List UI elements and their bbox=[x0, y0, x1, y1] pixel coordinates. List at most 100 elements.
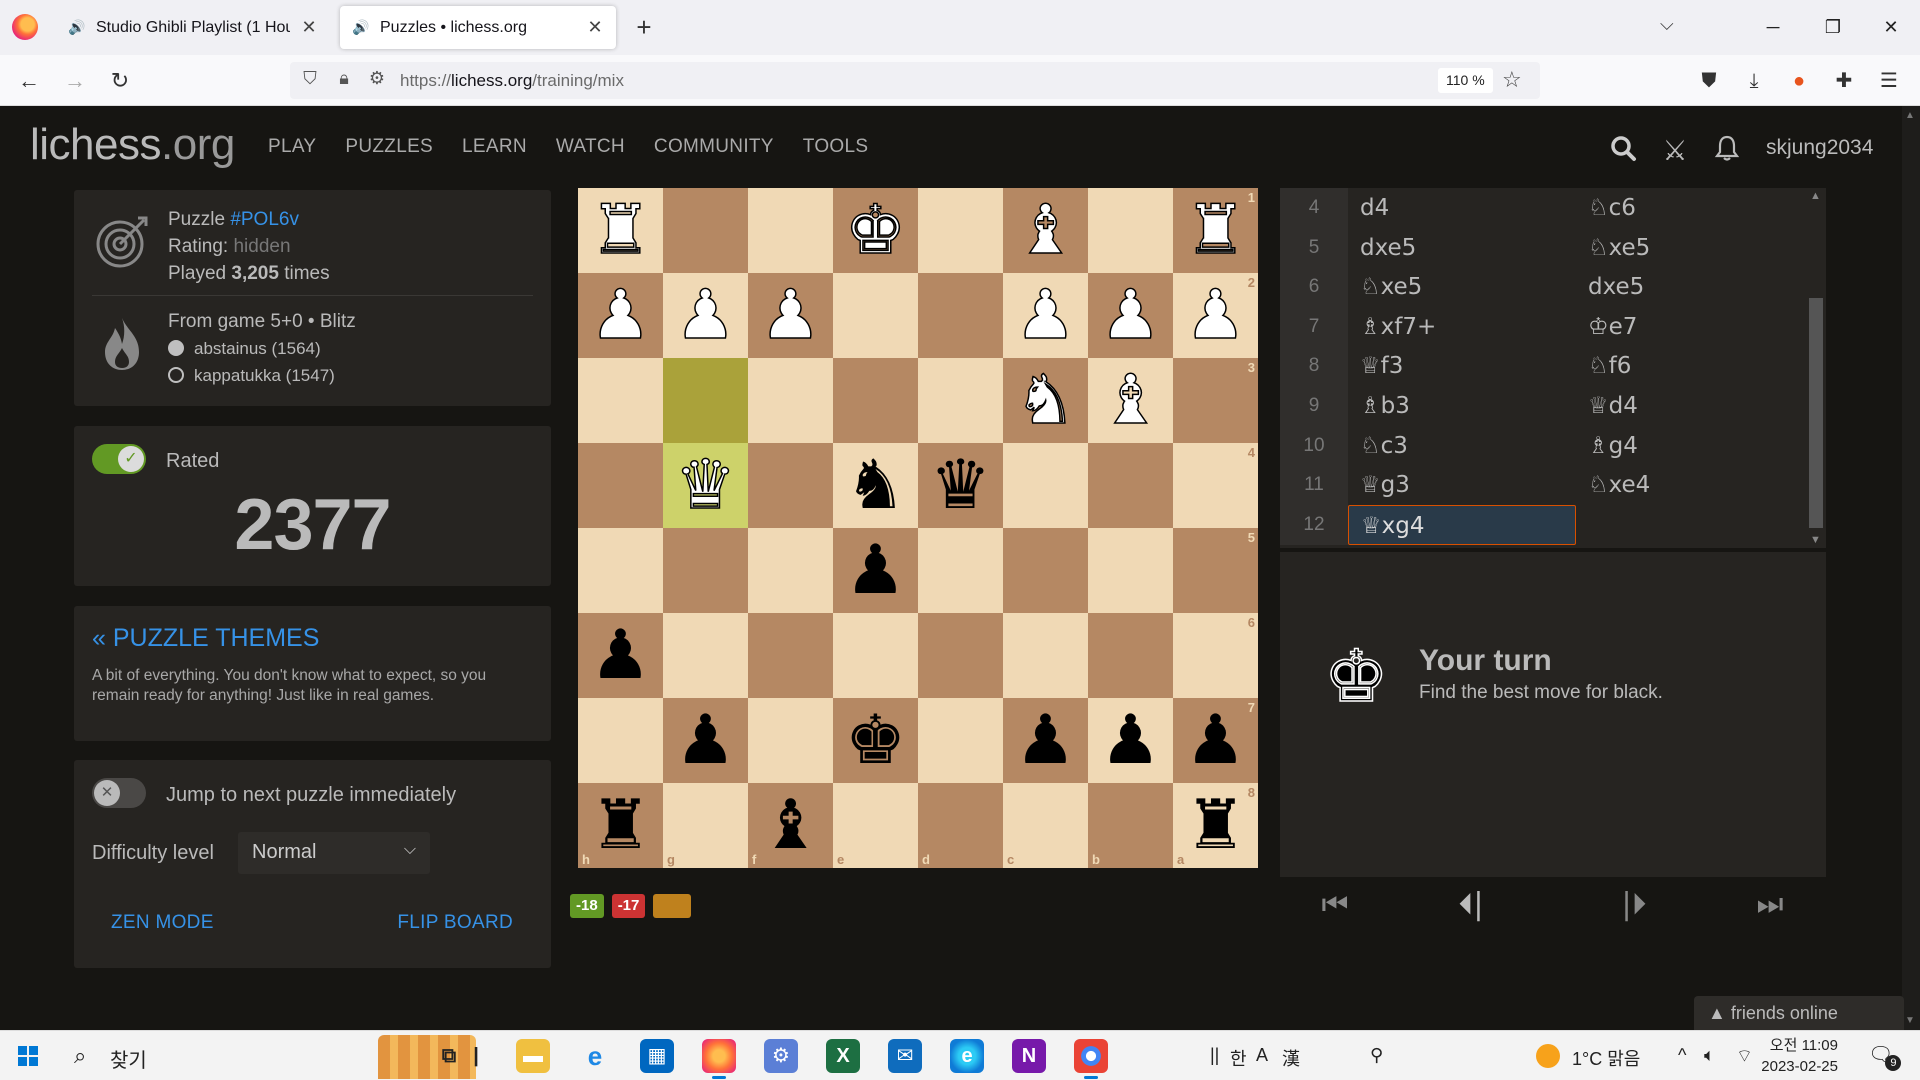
taskbar-search[interactable]: ⌕ 찾기 bbox=[60, 1031, 476, 1080]
onenote-icon[interactable]: N bbox=[1012, 1039, 1046, 1073]
permissions-icon[interactable]: ⚙ bbox=[365, 68, 389, 89]
black-pawn-icon[interactable]: ♟ bbox=[675, 698, 736, 783]
square-a6[interactable]: 6 bbox=[1173, 613, 1258, 698]
square-d4[interactable]: ♛ bbox=[918, 443, 1003, 528]
url-text[interactable]: https://lichess.org/training/mix bbox=[400, 71, 624, 91]
nav-play[interactable]: PLAY bbox=[268, 136, 316, 158]
square-a4[interactable]: 4 bbox=[1173, 443, 1258, 528]
player-white[interactable]: abstainus (1564) bbox=[168, 335, 356, 362]
black-king-icon[interactable]: ♚ bbox=[845, 698, 906, 783]
square-g4[interactable]: ♛ bbox=[663, 443, 748, 528]
square-a7[interactable]: ♟ 7 bbox=[1173, 698, 1258, 783]
square-f1[interactable] bbox=[748, 188, 833, 273]
square-c8[interactable]: c bbox=[1003, 783, 1088, 868]
square-c3[interactable]: ♞ bbox=[1003, 358, 1088, 443]
internet-explorer-icon[interactable]: e bbox=[578, 1039, 612, 1073]
chevron-down-icon[interactable]: ▼ bbox=[1905, 1015, 1915, 1026]
source-game-link[interactable]: From game 5+0 • Blitz bbox=[168, 308, 356, 335]
square-f6[interactable] bbox=[748, 613, 833, 698]
square-a3[interactable]: 3 bbox=[1173, 358, 1258, 443]
black-pawn-icon[interactable]: ♟ bbox=[1185, 698, 1246, 783]
white-pawn-icon[interactable]: ♟ bbox=[1184, 273, 1246, 358]
square-h7[interactable] bbox=[578, 698, 663, 783]
square-c5[interactable] bbox=[1003, 528, 1088, 613]
page-scrollbar[interactable]: ▲ ▼ bbox=[1902, 106, 1920, 1030]
square-f5[interactable] bbox=[748, 528, 833, 613]
white-king-icon[interactable]: ♚ bbox=[844, 188, 906, 273]
square-a2[interactable]: ♟ 2 bbox=[1173, 273, 1258, 358]
nav-learn[interactable]: LEARN bbox=[462, 136, 527, 158]
square-h4[interactable] bbox=[578, 443, 663, 528]
last-move-button[interactable]: ⏭ bbox=[1740, 885, 1800, 925]
square-c2[interactable]: ♟ bbox=[1003, 273, 1088, 358]
scrollbar-thumb[interactable] bbox=[1809, 298, 1823, 528]
black-pawn-icon[interactable]: ♟ bbox=[590, 613, 651, 698]
nav-puzzles[interactable]: PUZZLES bbox=[345, 136, 433, 158]
firefox-icon[interactable] bbox=[12, 14, 38, 40]
chrome-icon[interactable] bbox=[1074, 1039, 1108, 1079]
square-b2[interactable]: ♟ bbox=[1088, 273, 1173, 358]
move-white[interactable]: ♕xg4 bbox=[1348, 504, 1576, 545]
lock-icon[interactable]: 🔒︎ bbox=[332, 68, 356, 89]
black-bishop-icon[interactable]: ♝ bbox=[760, 783, 821, 868]
square-a1[interactable]: ♜ 1 bbox=[1173, 188, 1258, 273]
downloads-icon[interactable]: ⤓ bbox=[1739, 66, 1769, 96]
extension-duckduckgo-icon[interactable]: ● bbox=[1784, 66, 1814, 96]
square-b3[interactable]: ♝ bbox=[1088, 358, 1173, 443]
white-rook-icon[interactable]: ♜ bbox=[589, 188, 651, 273]
square-b7[interactable]: ♟ bbox=[1088, 698, 1173, 783]
square-g5[interactable] bbox=[663, 528, 748, 613]
move-black[interactable]: ♘xe5 bbox=[1576, 228, 1804, 268]
square-e8[interactable]: e bbox=[833, 783, 918, 868]
black-rook-icon[interactable]: ♜ bbox=[1185, 783, 1246, 868]
square-b4[interactable] bbox=[1088, 443, 1173, 528]
square-e5[interactable]: ♟ bbox=[833, 528, 918, 613]
square-d7[interactable] bbox=[918, 698, 1003, 783]
file-explorer-icon[interactable]: ▬ bbox=[516, 1039, 550, 1073]
square-d6[interactable] bbox=[918, 613, 1003, 698]
black-pawn-icon[interactable]: ♟ bbox=[1015, 698, 1076, 783]
square-a5[interactable]: 5 bbox=[1173, 528, 1258, 613]
square-g7[interactable]: ♟ bbox=[663, 698, 748, 783]
square-d1[interactable] bbox=[918, 188, 1003, 273]
square-e1[interactable]: ♚ bbox=[833, 188, 918, 273]
black-queen-icon[interactable]: ♛ bbox=[930, 443, 991, 528]
black-pawn-icon[interactable]: ♟ bbox=[1100, 698, 1161, 783]
rated-toggle[interactable]: ✓ bbox=[92, 444, 146, 474]
square-h8[interactable]: ♜ h bbox=[578, 783, 663, 868]
friends-online-button[interactable]: ▲ friends online bbox=[1694, 996, 1904, 1030]
square-g3[interactable] bbox=[663, 358, 748, 443]
people-icon[interactable]: ⚲ bbox=[1370, 1045, 1383, 1066]
chess-board[interactable]: ♜ ♚ ♝ ♜ 1 ♟ ♟ ♟ ♟ ♟ ♟ 2 ♞ ♝ 3 ♛ ♞ ♛ 4 ♟ 5 ♟ 6 ♟ ♚ ♟ ♟ ♟ 7 ♜ h g ♝ f e d c b ♜ 8… bbox=[578, 188, 1258, 868]
zoom-level-badge[interactable]: 110 % bbox=[1438, 68, 1493, 93]
username[interactable]: skjung2034 bbox=[1766, 136, 1873, 160]
flip-board-button[interactable]: FLIP BOARD bbox=[397, 912, 513, 934]
pocket-icon[interactable]: ⛊ bbox=[1694, 66, 1724, 96]
shield-icon[interactable]: ⛉ bbox=[298, 68, 322, 89]
close-icon[interactable]: ✕ bbox=[586, 17, 604, 38]
square-h3[interactable] bbox=[578, 358, 663, 443]
move-white[interactable]: ♘c3 bbox=[1348, 426, 1576, 466]
white-rook-icon[interactable]: ♜ bbox=[1184, 188, 1246, 273]
weather-sun-icon[interactable] bbox=[1536, 1044, 1560, 1068]
move-list-scrollbar[interactable]: ▲ ▼ bbox=[1806, 188, 1826, 548]
square-c7[interactable]: ♟ bbox=[1003, 698, 1088, 783]
back-button[interactable]: ← bbox=[12, 64, 46, 98]
move-white[interactable]: d4 bbox=[1348, 188, 1576, 228]
tab-studio-ghibli[interactable]: 🔊 Studio Ghibli Playlist (1 Hour o ✕ bbox=[56, 6, 330, 49]
square-e6[interactable] bbox=[833, 613, 918, 698]
jump-next-toggle[interactable]: ✕ bbox=[92, 778, 146, 808]
move-black[interactable]: ♘c6 bbox=[1576, 188, 1804, 228]
move-black[interactable]: ♔e7 bbox=[1576, 307, 1804, 347]
microsoft-store-icon[interactable]: ▦ bbox=[640, 1039, 674, 1073]
square-d2[interactable] bbox=[918, 273, 1003, 358]
square-f3[interactable] bbox=[748, 358, 833, 443]
white-queen-icon[interactable]: ♛ bbox=[674, 443, 736, 528]
black-pawn-icon[interactable]: ♟ bbox=[845, 528, 906, 613]
tab-lichess-puzzles[interactable]: 🔊 Puzzles • lichess.org ✕ bbox=[340, 6, 616, 49]
black-knight-icon[interactable]: ♞ bbox=[845, 443, 906, 528]
bell-icon[interactable] bbox=[1710, 134, 1744, 169]
square-c1[interactable]: ♝ bbox=[1003, 188, 1088, 273]
square-b5[interactable] bbox=[1088, 528, 1173, 613]
speaker-icon[interactable]: 🔊 bbox=[68, 19, 86, 36]
